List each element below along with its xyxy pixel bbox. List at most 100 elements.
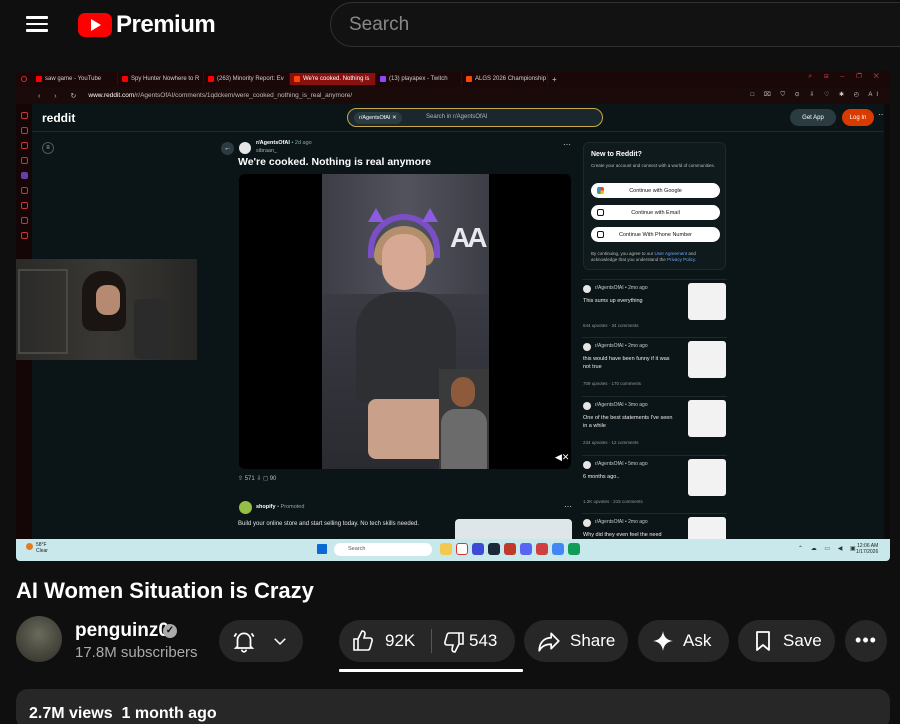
like-count[interactable]: 92K: [385, 631, 415, 651]
chrome-icon[interactable]: [552, 543, 564, 555]
ask-button[interactable]: Ask: [638, 620, 729, 662]
menu-icon[interactable]: [26, 12, 50, 36]
youtube-logo[interactable]: Premium: [78, 10, 216, 40]
ad-image[interactable]: [455, 519, 572, 539]
save-button[interactable]: Save: [738, 620, 835, 662]
app-icon[interactable]: [472, 543, 484, 555]
post-subreddit[interactable]: r/AgentsOfAI • 2d ago: [256, 140, 312, 146]
browser-toolbar-icons[interactable]: □ ⌧ ⛉ ⊙ ⇩ ♡ ✱ ◴ AI: [751, 91, 882, 99]
browser-tab[interactable]: ALGS 2026 Championship: [462, 73, 548, 85]
browser-tab-active[interactable]: We're cooked. Nothing is: [290, 73, 376, 85]
focus-underline: [339, 669, 523, 672]
subreddit-chip[interactable]: r/AgentsOfAI ✕: [354, 112, 402, 124]
browser-tab[interactable]: Spy Hunter Nowhere to R: [118, 73, 204, 85]
search-box[interactable]: [330, 2, 900, 47]
app-icon[interactable]: [536, 543, 548, 555]
login-button[interactable]: Log In: [842, 109, 874, 126]
post-video[interactable]: AA ◀✕: [239, 174, 571, 469]
post-more-icon[interactable]: ⋯: [563, 140, 571, 149]
feed-item[interactable]: r/AgentsOfAI • 3mo ago One of the best s…: [582, 396, 727, 453]
sidebar-icon[interactable]: [20, 142, 28, 149]
discord-icon[interactable]: [520, 543, 532, 555]
channel-avatar[interactable]: [16, 616, 62, 662]
more-actions-icon[interactable]: •••: [845, 620, 887, 662]
taskbar-search[interactable]: Search: [334, 543, 432, 556]
sidebar-icon[interactable]: [20, 127, 28, 134]
user-agreement-link[interactable]: User Agreement: [655, 251, 688, 256]
shopify-icon[interactable]: [239, 501, 252, 514]
url-host: www.reddit.com: [88, 92, 135, 99]
address-bar[interactable]: ‹ › ↻ www.reddit.com/r/AgentsOfAI/commen…: [16, 87, 890, 104]
ad-more-icon[interactable]: ⋯: [564, 502, 572, 511]
sidebar-icon[interactable]: [20, 202, 28, 209]
ad-name-label: shopify: [256, 504, 276, 510]
reddit-logo[interactable]: reddit: [42, 111, 75, 125]
reddit-search[interactable]: r/AgentsOfAI ✕ Search in r/AgentsOfAI: [347, 108, 603, 127]
weather-widget[interactable]: 58°F Clear: [26, 542, 48, 554]
browser-tab[interactable]: saw game - YouTube: [32, 73, 118, 85]
share-button[interactable]: Share: [524, 620, 628, 662]
search-input[interactable]: [331, 3, 900, 46]
channel-name[interactable]: penguinz0: [75, 620, 169, 642]
logo-text: Premium: [116, 11, 216, 38]
video-player[interactable]: O saw game - YouTube Spy Hunter Nowhere …: [16, 71, 890, 561]
nav-buttons-icon[interactable]: ‹ › ↻: [16, 92, 82, 100]
system-tray-icons[interactable]: ⌃ ☁ ▭ ◀ ▣: [798, 545, 859, 552]
mute-icon[interactable]: ◀✕: [555, 452, 569, 463]
upload-age: 1 month ago: [121, 705, 217, 722]
opera-icon[interactable]: O: [16, 73, 32, 85]
get-app-button[interactable]: Get App: [790, 109, 836, 126]
feed-item[interactable]: r/AgentsOfAI • 2mo ago Why did they even…: [582, 513, 727, 539]
facecam-overlay: [439, 369, 489, 469]
ad-tag: • Promoted: [277, 504, 305, 510]
browser-tab[interactable]: (13) playapex - Twitch: [376, 73, 462, 85]
dislike-count[interactable]: 543: [469, 631, 497, 651]
address-url[interactable]: www.reddit.com/r/AgentsOfAI/comments/1qd…: [88, 92, 352, 99]
share-icon: [538, 632, 560, 652]
continue-google-button[interactable]: Continue with Google: [591, 183, 720, 198]
steam-icon[interactable]: [488, 543, 500, 555]
dislike-icon[interactable]: [442, 630, 466, 654]
post-user[interactable]: sibraan_: [256, 148, 277, 154]
taskbar-clock[interactable]: 12:06 AM 1/17/2026: [856, 543, 878, 555]
twitch-icon[interactable]: [20, 172, 28, 179]
feed-thumbnail[interactable]: [688, 459, 726, 496]
sidebar-icon[interactable]: [20, 217, 28, 224]
post-actions[interactable]: ⇧ 571 ⇩ ◻ 90: [238, 475, 276, 482]
sidebar-icon[interactable]: [20, 112, 28, 119]
email-label: Continue with Email: [631, 209, 680, 216]
windows-start-icon[interactable]: [317, 544, 327, 554]
app-icon[interactable]: [504, 543, 516, 555]
like-divider: [431, 629, 432, 653]
feed-thumbnail[interactable]: [688, 517, 726, 539]
sidebar-icon[interactable]: [20, 157, 28, 164]
like-icon[interactable]: [351, 629, 375, 653]
back-arrow-icon[interactable]: ←: [221, 142, 234, 155]
edge-icon[interactable]: [568, 543, 580, 555]
opera-taskbar-icon[interactable]: [456, 543, 468, 555]
phone-label: Continue With Phone Number: [618, 231, 693, 238]
feed-item[interactable]: r/AgentsOfAI • 5mo ago 6 months ago.. 1.…: [582, 455, 727, 512]
feed-item[interactable]: r/AgentsOfAI • 2mo ago This sums up ever…: [582, 279, 727, 336]
privacy-policy-link[interactable]: Privacy Policy: [667, 257, 695, 262]
feed-item[interactable]: r/AgentsOfAI • 2mo ago this would have b…: [582, 337, 727, 394]
sidebar-icon[interactable]: [20, 187, 28, 194]
sidebar-icon[interactable]: [20, 232, 28, 239]
continue-phone-button[interactable]: Continue With Phone Number: [591, 227, 720, 242]
feed-thumbnail[interactable]: [688, 283, 726, 320]
new-tab-icon[interactable]: +: [548, 75, 561, 84]
feed-sub: r/AgentsOfAI • 2mo ago: [595, 285, 648, 291]
file-explorer-icon[interactable]: [440, 543, 452, 555]
google-icon: [597, 187, 604, 194]
description-box[interactable]: 2.7M views 1 month ago: [16, 689, 890, 724]
continue-email-button[interactable]: Continue with Email: [591, 205, 720, 220]
subreddit-avatar[interactable]: [239, 142, 251, 154]
feed-thumbnail[interactable]: [688, 400, 726, 437]
hamburger-icon[interactable]: ≡: [42, 142, 54, 154]
more-icon[interactable]: ⋯: [878, 110, 884, 119]
feed-thumbnail[interactable]: [688, 341, 726, 378]
ad-name[interactable]: shopify • Promoted: [256, 504, 304, 510]
browser-tab[interactable]: (263) Minority Report: Ev: [204, 73, 290, 85]
window-controls[interactable]: ⌕ ⊟ – ❐ ✕: [808, 73, 884, 81]
subscribed-bell-button[interactable]: [219, 620, 303, 662]
